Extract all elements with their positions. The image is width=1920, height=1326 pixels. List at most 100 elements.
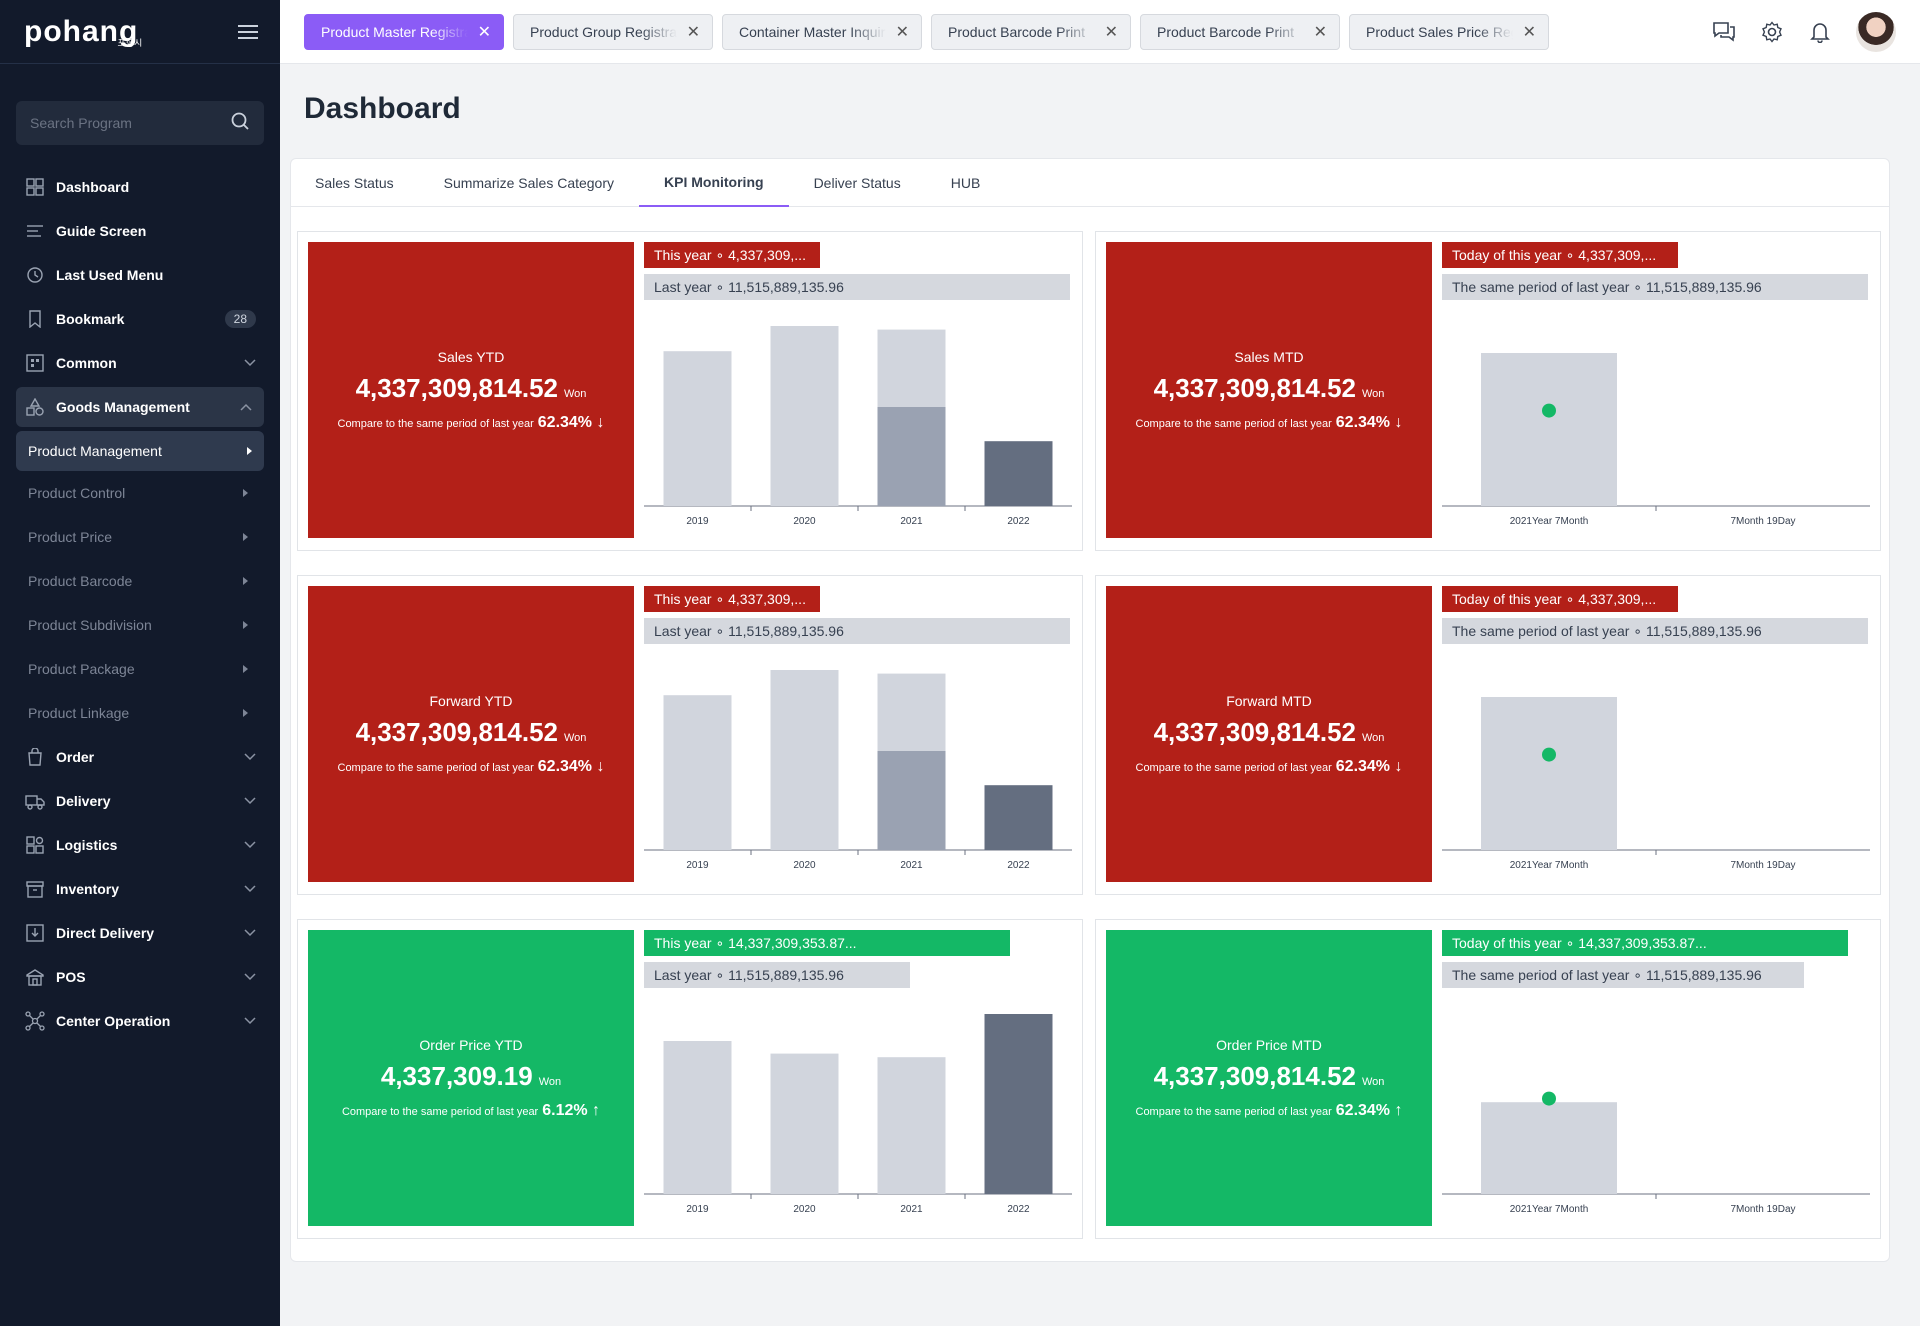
x-tick-label: 2021 <box>900 860 923 871</box>
history-icon <box>24 264 46 286</box>
kpi-compare: Compare to the same period of last year 6… <box>1135 757 1403 775</box>
chevron-down-icon <box>244 882 256 896</box>
x-tick-label: 2022 <box>1007 516 1030 527</box>
logo-row: pohang 포항시 <box>0 0 280 64</box>
sidebar-item-label: Inventory <box>56 881 120 897</box>
tab-product-barcode-print-2[interactable]: Product Barcode Print ✕ <box>1140 13 1340 50</box>
chat-icon[interactable] <box>1712 20 1736 44</box>
sidebar-item-guide-screen[interactable]: Guide Screen <box>0 209 280 253</box>
kpi-value: 4,337,309,814.52 Won <box>355 716 587 747</box>
sidebar-item-label: Delivery <box>56 793 111 809</box>
close-icon[interactable]: ✕ <box>1314 22 1327 42</box>
sidebar-item-label: Logistics <box>56 837 118 853</box>
kpi-title: Sales MTD <box>1234 348 1304 365</box>
top-bar: Product Master Registration ✕ Product Gro… <box>280 0 1920 64</box>
app-logo[interactable]: pohang 포항시 <box>24 15 142 49</box>
kpi-summary: Sales MTD 4,337,309,814.52 Won Compare to t… <box>1106 242 1432 538</box>
kpi-unit: Won <box>1362 1075 1385 1088</box>
x-tick-label: 2019 <box>686 516 709 527</box>
close-icon[interactable]: ✕ <box>1105 22 1118 42</box>
bell-icon[interactable] <box>1808 20 1832 44</box>
x-tick-label: 2019 <box>686 860 709 871</box>
chevron-down-icon <box>244 750 256 764</box>
bookmark-icon <box>24 308 46 330</box>
sidebar-item-direct-delivery[interactable]: Direct Delivery <box>0 911 280 955</box>
close-icon[interactable]: ✕ <box>896 22 909 42</box>
sidebar-item-logistics[interactable]: Logistics <box>0 823 280 867</box>
bar-last-year <box>770 1053 839 1194</box>
bar-last-year <box>770 670 839 850</box>
sidebar-item-goods-management[interactable]: Goods Management <box>16 387 264 427</box>
sidebar-item-label: Goods Management <box>56 399 190 415</box>
tab-container-master-inquiry[interactable]: Container Master Inquiry ✕ <box>722 13 922 50</box>
chevron-down-icon <box>244 794 256 808</box>
avatar[interactable] <box>1856 12 1896 52</box>
sidebar-subitem-product-subdivision[interactable]: Product Subdivision <box>0 603 280 647</box>
x-tick-label: 2021Year 7Month <box>1510 1204 1589 1215</box>
kpi-value: 4,337,309.19 Won <box>380 1060 562 1091</box>
kpi-percent: 6.12% ↑ <box>542 1101 601 1119</box>
sidebar-subitem-product-control[interactable]: Product Control <box>0 471 280 515</box>
sidebar-subitem-product-linkage[interactable]: Product Linkage <box>0 691 280 735</box>
sidebar-item-bookmark[interactable]: Bookmark 28 <box>0 297 280 341</box>
kpi-card: Order Price MTD 4,337,309,814.52 Won Compar… <box>1095 919 1881 1239</box>
pos-icon <box>24 966 46 988</box>
sidebar-item-center-operation[interactable]: Center Operation <box>0 999 280 1043</box>
chart-svg: 2019 2020 2021 2022 <box>644 670 1072 871</box>
sidebar-item-order[interactable]: Order <box>0 735 280 779</box>
tab-sales-status[interactable]: Sales Status <box>315 159 419 207</box>
kpi-summary: Forward YTD 4,337,309,814.52 Won Compare to… <box>308 586 634 882</box>
sidebar-item-label: Center Operation <box>56 1013 171 1029</box>
x-tick-label: 2019 <box>686 1204 709 1215</box>
search-input[interactable] <box>30 115 220 131</box>
tab-hub[interactable]: HUB <box>926 159 1006 207</box>
sidebar-subitem-product-barcode[interactable]: Product Barcode <box>0 559 280 603</box>
sidebar-item-label: Common <box>56 355 117 371</box>
sidebar-item-pos[interactable]: POS <box>0 955 280 999</box>
content-tabs: Sales Status Summarize Sales Category KP… <box>291 159 1889 207</box>
kpi-unit: Won <box>1362 731 1385 744</box>
bar-last-year <box>877 1057 946 1194</box>
sidebar-item-label: POS <box>56 969 86 985</box>
sidebar-subitem-product-management[interactable]: Product Management <box>16 431 264 471</box>
kpi-value: 4,337,309,814.52 Won <box>355 372 587 403</box>
network-icon <box>24 1010 46 1032</box>
bookmark-count-badge: 28 <box>224 310 256 328</box>
kpi-card: Order Price YTD 4,337,309.19 Won Compare to… <box>297 919 1083 1239</box>
bar-last-year <box>1481 697 1617 850</box>
gear-icon[interactable] <box>1760 20 1784 44</box>
x-tick-label: 2021Year 7Month <box>1510 860 1589 871</box>
close-icon[interactable]: ✕ <box>478 22 491 42</box>
legend-this-year: This year ∘ 4,337,309,... <box>644 242 820 268</box>
tab-product-sales-price-registration[interactable]: Product Sales Price Registration ✕ <box>1349 13 1549 50</box>
tab-product-barcode-print[interactable]: Product Barcode Print ✕ <box>931 13 1131 50</box>
sidebar-subitem-product-package[interactable]: Product Package <box>0 647 280 691</box>
sidebar-item-inventory[interactable]: Inventory <box>0 867 280 911</box>
chart-svg: 2019 2020 2021 2022 <box>644 1014 1072 1215</box>
chevron-down-icon <box>244 356 256 370</box>
close-icon[interactable]: ✕ <box>687 22 700 42</box>
sidebar-item-dashboard[interactable]: Dashboard <box>0 165 280 209</box>
kpi-summary: Order Price MTD 4,337,309,814.52 Won Compar… <box>1106 930 1432 1226</box>
legend-this-year: Today of this year ∘ 14,337,309,353.87..… <box>1442 930 1848 956</box>
search-icon[interactable] <box>230 111 250 136</box>
sidebar-item-delivery[interactable]: Delivery <box>0 779 280 823</box>
search-box <box>16 101 264 145</box>
menu-icon[interactable] <box>238 24 258 39</box>
tab-deliver-status[interactable]: Deliver Status <box>789 159 926 207</box>
sidebar-subitem-product-price[interactable]: Product Price <box>0 515 280 559</box>
close-icon[interactable]: ✕ <box>1523 22 1536 42</box>
chart-svg: 2019 2020 2021 2022 <box>644 326 1072 527</box>
tab-kpi-monitoring[interactable]: KPI Monitoring <box>639 159 789 207</box>
sidebar-item-common[interactable]: Common <box>0 341 280 385</box>
legend-last-year: Last year ∘ 11,515,889,135.96 <box>644 962 910 988</box>
tab-product-group-registration[interactable]: Product Group Registration ✕ <box>513 13 713 50</box>
point-this-year <box>1542 747 1556 762</box>
bar-this-year <box>984 785 1053 850</box>
sidebar-item-last-used-menu[interactable]: Last Used Menu <box>0 253 280 297</box>
caret-right-icon <box>243 621 248 629</box>
tab-summarize-sales-category[interactable]: Summarize Sales Category <box>419 159 639 207</box>
kpi-value: 4,337,309,814.52 Won <box>1153 716 1385 747</box>
tab-product-master-registration[interactable]: Product Master Registration ✕ <box>304 13 504 50</box>
sidebar-item-label: Bookmark <box>56 311 125 327</box>
